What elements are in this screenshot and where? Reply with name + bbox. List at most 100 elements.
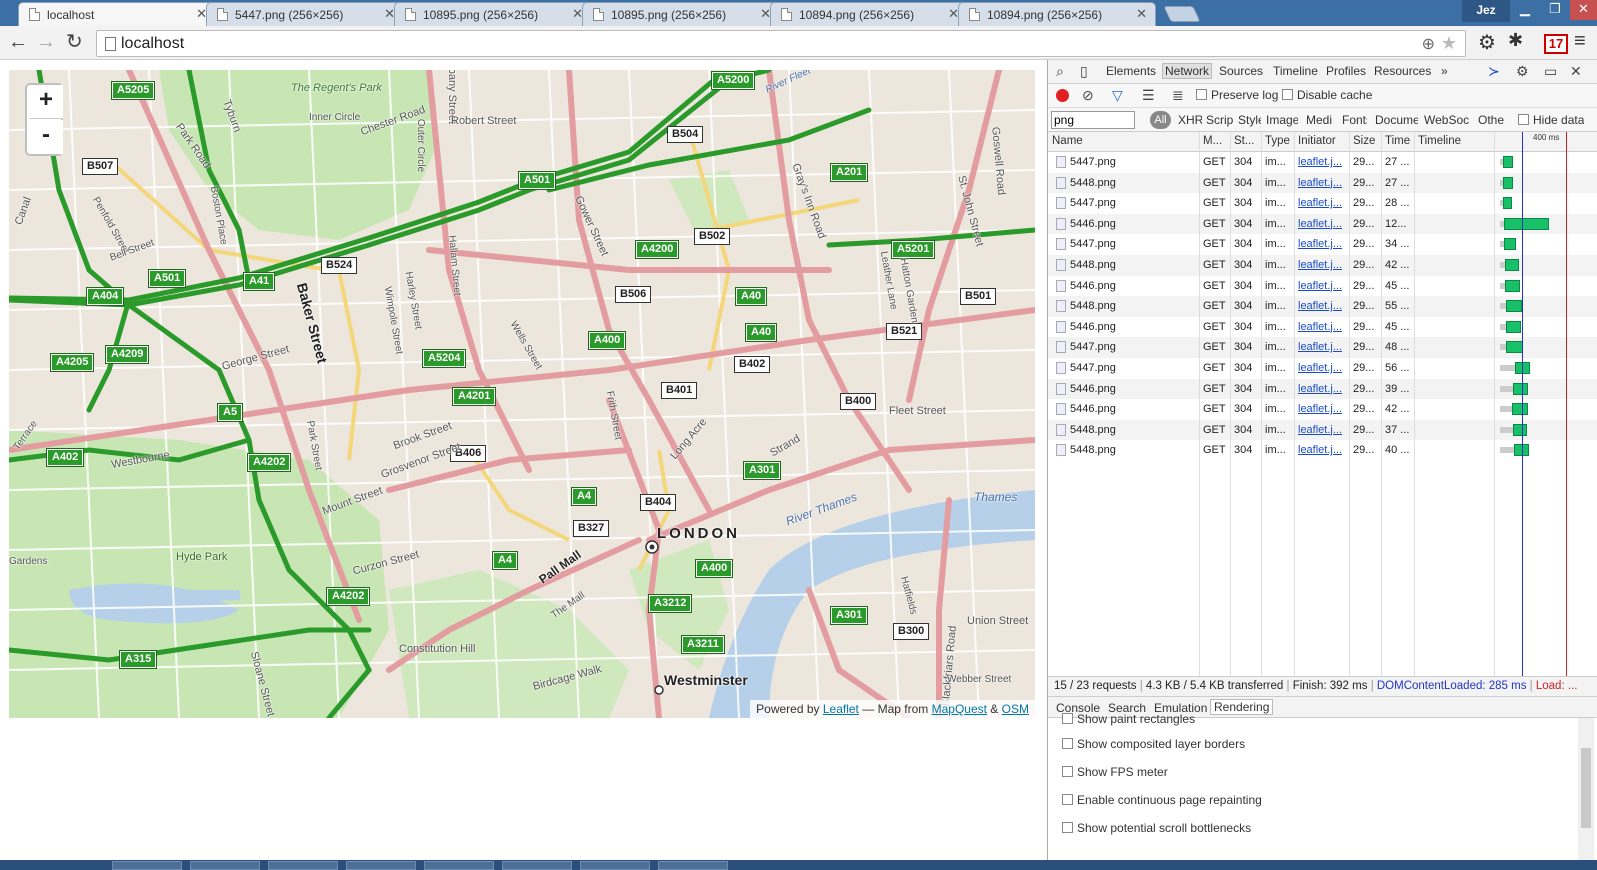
zoom-in-button[interactable]: + bbox=[29, 85, 63, 119]
tab-resources[interactable]: Resources bbox=[1374, 64, 1431, 78]
request-initiator[interactable]: leaflet.j... bbox=[1298, 238, 1346, 250]
request-initiator[interactable]: leaflet.j... bbox=[1298, 197, 1346, 209]
table-row[interactable]: 5447.png GET 304 im... leaflet.j... 29... 56 .… bbox=[1048, 358, 1597, 379]
gmail-extension-badge[interactable]: 17 bbox=[1544, 34, 1568, 54]
clear-icon[interactable]: ⊘ bbox=[1082, 87, 1094, 104]
search-icon[interactable]: ⌕ bbox=[1056, 63, 1064, 80]
taskbar-item[interactable] bbox=[346, 861, 416, 870]
disable-cache-checkbox[interactable]: Disable cache bbox=[1282, 88, 1372, 102]
taskbar-item[interactable] bbox=[424, 861, 494, 870]
menu-icon[interactable]: ≡ bbox=[1574, 30, 1586, 53]
browser-tab[interactable]: 5447.png (256×256) ✕ bbox=[206, 2, 404, 26]
column-header-name[interactable]: Name bbox=[1052, 135, 1192, 147]
request-initiator[interactable]: leaflet.j... bbox=[1298, 156, 1346, 168]
table-row[interactable]: 5448.png GET 304 im... leaflet.j... 29... 55 .… bbox=[1048, 296, 1597, 317]
maximize-icon[interactable]: ❐ bbox=[1540, 0, 1570, 20]
console-drawer-icon[interactable]: ≻ bbox=[1488, 63, 1500, 80]
column-header-timeline[interactable]: Timeline bbox=[1418, 135, 1478, 147]
device-mode-icon[interactable]: ▯ bbox=[1080, 63, 1088, 80]
table-row[interactable]: 5447.png GET 304 im... leaflet.j... 29... 34 .… bbox=[1048, 234, 1597, 255]
tab-sources[interactable]: Sources bbox=[1219, 64, 1263, 78]
show-paint-rectangles-option[interactable]: Show paint rectangles bbox=[1062, 712, 1195, 726]
waterfall-bar[interactable] bbox=[1513, 382, 1528, 395]
browser-tab[interactable]: 10895.png (256×256) ✕ bbox=[394, 2, 592, 26]
browser-tab[interactable]: 10895.png (256×256) ✕ bbox=[582, 2, 780, 26]
table-row[interactable]: 5446.png GET 304 im... leaflet.j... 29... 45 .… bbox=[1048, 276, 1597, 297]
filter-type-all[interactable]: All bbox=[1150, 111, 1171, 129]
overview-icon[interactable]: ≣ bbox=[1172, 87, 1184, 104]
request-initiator[interactable]: leaflet.j... bbox=[1298, 383, 1346, 395]
waterfall-bar[interactable] bbox=[1506, 341, 1524, 354]
show-fps-meter-option[interactable]: Show FPS meter bbox=[1062, 765, 1168, 779]
browser-tab[interactable]: 10894.png (256×256) ✕ bbox=[770, 2, 968, 26]
tab-network[interactable]: Network bbox=[1162, 63, 1213, 79]
bookmark-star-icon[interactable]: ★ bbox=[1441, 33, 1457, 54]
request-initiator[interactable]: leaflet.j... bbox=[1298, 280, 1346, 292]
filter-type-other[interactable]: Other bbox=[1478, 113, 1504, 127]
reload-icon[interactable]: ↻ bbox=[66, 32, 83, 52]
extension-icon[interactable]: ✱ bbox=[1508, 30, 1523, 51]
table-row[interactable]: 5446.png GET 304 im... leaflet.j... 29... 42 .… bbox=[1048, 399, 1597, 420]
filter-type-styles[interactable]: Styles bbox=[1238, 113, 1261, 127]
filter-type-xhr[interactable]: XHR bbox=[1178, 113, 1202, 127]
table-row[interactable]: 5448.png GET 304 im... leaflet.j... 29... 27 .… bbox=[1048, 172, 1597, 194]
waterfall-bar[interactable] bbox=[1512, 403, 1529, 416]
waterfall-bar[interactable] bbox=[1503, 217, 1550, 230]
request-initiator[interactable]: leaflet.j... bbox=[1298, 362, 1346, 374]
taskbar-item[interactable] bbox=[580, 861, 650, 870]
filter-type-media[interactable]: Media bbox=[1306, 113, 1332, 127]
filter-type-websockets[interactable]: WebSockets bbox=[1424, 113, 1469, 127]
settings-icon[interactable]: ⚙ bbox=[1516, 63, 1529, 80]
column-header-method[interactable]: M... bbox=[1203, 135, 1229, 147]
taskbar-item[interactable] bbox=[502, 861, 572, 870]
waterfall-bar[interactable] bbox=[1506, 320, 1522, 333]
table-row[interactable]: 5447.png GET 304 im... leaflet.j... 29... 28 .… bbox=[1048, 193, 1597, 214]
waterfall-bar[interactable] bbox=[1504, 238, 1516, 251]
osm-link[interactable]: OSM bbox=[1002, 702, 1029, 716]
column-header-time[interactable]: Time bbox=[1385, 135, 1415, 147]
minimize-icon[interactable]: ▁ bbox=[1510, 0, 1540, 20]
taskbar-item[interactable] bbox=[268, 861, 338, 870]
request-initiator[interactable]: leaflet.j... bbox=[1298, 424, 1346, 436]
table-row[interactable]: 5447.png GET 304 im... leaflet.j... 29... 27 .… bbox=[1048, 152, 1597, 173]
waterfall-bar[interactable] bbox=[1503, 176, 1514, 189]
gear-icon[interactable]: ⚙ bbox=[1478, 30, 1496, 55]
request-initiator[interactable]: leaflet.j... bbox=[1298, 341, 1346, 353]
close-icon[interactable]: ✕ bbox=[1136, 6, 1147, 22]
waterfall-bar[interactable] bbox=[1502, 156, 1513, 168]
browser-tab[interactable]: localhost ✕ bbox=[18, 2, 216, 26]
waterfall-bar[interactable] bbox=[1504, 279, 1521, 292]
url-text[interactable]: localhost bbox=[121, 35, 184, 53]
leaflet-link[interactable]: Leaflet bbox=[823, 702, 859, 716]
tab-elements[interactable]: Elements bbox=[1106, 64, 1156, 78]
record-icon[interactable] bbox=[1056, 89, 1069, 102]
forward-icon[interactable]: → bbox=[36, 32, 56, 52]
more-tabs-icon[interactable]: » bbox=[1441, 64, 1448, 78]
request-initiator[interactable]: leaflet.j... bbox=[1298, 403, 1346, 415]
filter-type-fonts[interactable]: Fonts bbox=[1342, 113, 1367, 127]
request-initiator[interactable]: leaflet.j... bbox=[1298, 321, 1346, 333]
dock-icon[interactable]: ▭ bbox=[1544, 63, 1557, 80]
filter-type-scripts[interactable]: Scripts bbox=[1206, 113, 1233, 127]
request-initiator[interactable]: leaflet.j... bbox=[1298, 259, 1346, 271]
list-view-icon[interactable]: ☰ bbox=[1142, 87, 1155, 104]
filter-icon[interactable]: ▽ bbox=[1112, 87, 1123, 104]
filter-type-documents[interactable]: Documents bbox=[1375, 113, 1418, 127]
show-composited-layer-borders-option[interactable]: Show composited layer borders bbox=[1062, 737, 1245, 751]
window-close-icon[interactable]: ✕ bbox=[1570, 0, 1597, 20]
waterfall-bar[interactable] bbox=[1512, 423, 1527, 436]
table-row[interactable]: 5448.png GET 304 im... leaflet.j... 29... 40 .… bbox=[1048, 440, 1597, 461]
zoom-icon[interactable]: ⊕ bbox=[1422, 34, 1435, 54]
request-initiator[interactable]: leaflet.j... bbox=[1298, 444, 1346, 456]
table-row[interactable]: 5447.png GET 304 im... leaflet.j... 29... 48 .… bbox=[1048, 337, 1597, 358]
table-row[interactable]: 5446.png GET 304 im... leaflet.j... 29... 39 .… bbox=[1048, 378, 1597, 400]
request-initiator[interactable]: leaflet.j... bbox=[1298, 177, 1346, 189]
tab-timeline[interactable]: Timeline bbox=[1273, 64, 1318, 78]
column-header-status[interactable]: St... bbox=[1234, 135, 1260, 147]
taskbar-item[interactable] bbox=[190, 861, 260, 870]
continuous-repaint-option[interactable]: Enable continuous page repainting bbox=[1062, 793, 1262, 807]
table-row[interactable]: 5448.png GET 304 im... leaflet.j... 29... 42 .… bbox=[1048, 255, 1597, 276]
address-bar[interactable]: localhost ⊕ ★ bbox=[96, 30, 1466, 57]
scroll-bottlenecks-option[interactable]: Show potential scroll bottlenecks bbox=[1062, 821, 1251, 835]
request-initiator[interactable]: leaflet.j... bbox=[1298, 218, 1346, 230]
